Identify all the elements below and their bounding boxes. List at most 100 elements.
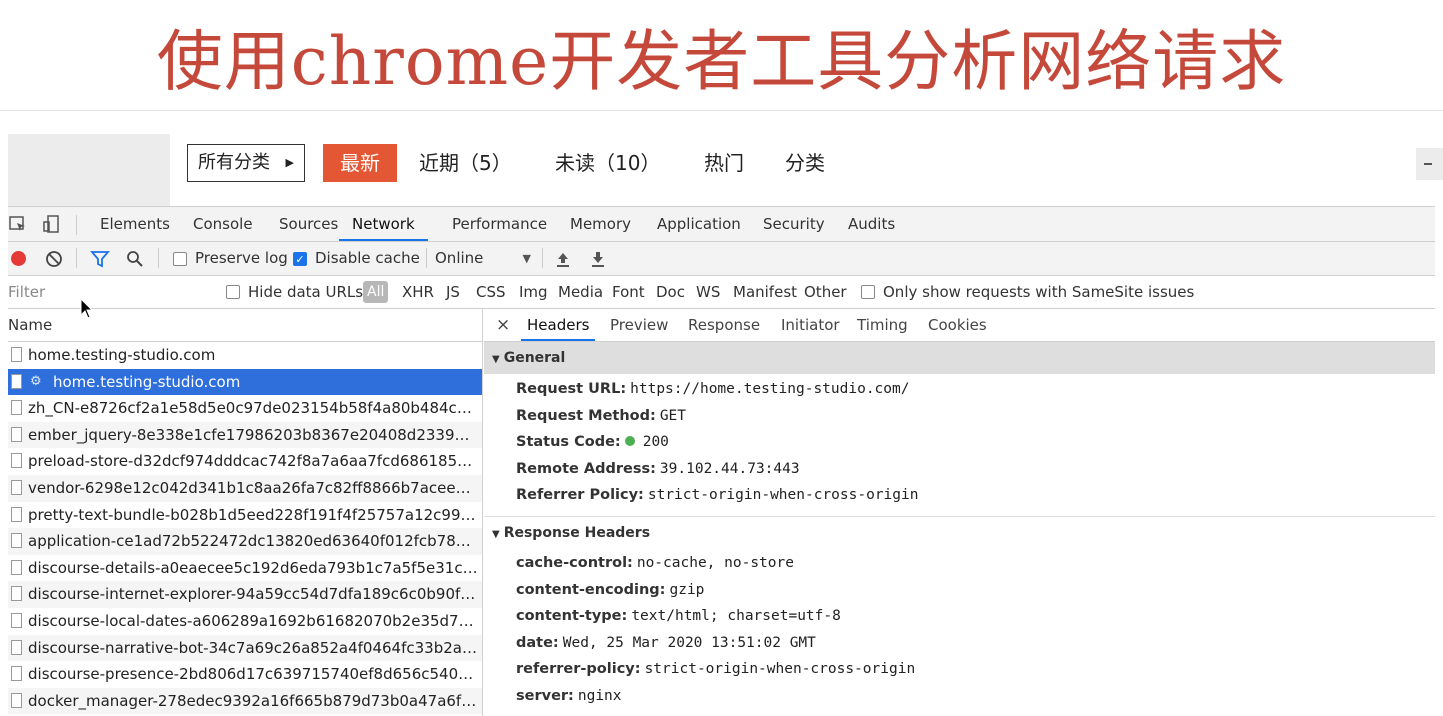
- request-name: preload-store-d32dcf974dddcac742f8a7a6aa…: [28, 452, 478, 471]
- device-toolbar-icon[interactable]: [42, 214, 62, 234]
- header-key: content-type:: [516, 608, 628, 625]
- disable-cache-checkbox[interactable]: ✓: [293, 252, 307, 266]
- tab-console[interactable]: Console: [193, 207, 253, 241]
- category-dropdown-label: 所有分类: [198, 152, 270, 173]
- request-row[interactable]: discourse-details-a0eaecee5c192d6eda793b…: [8, 555, 482, 582]
- title-divider: [0, 110, 1443, 111]
- header-row: Status Code: 200: [516, 429, 669, 456]
- header-value: https://home.testing-studio.com/: [630, 381, 910, 397]
- header-key: Status Code:: [516, 434, 621, 451]
- nav-categories[interactable]: 分类: [785, 144, 825, 182]
- header-row: cache-control: no-cache, no-store: [516, 550, 794, 577]
- header-row: server: nginx: [516, 683, 622, 710]
- tab-cookies[interactable]: Cookies: [928, 309, 987, 341]
- devtools-tabbar: Elements Console Sources Network Perform…: [8, 207, 1435, 242]
- general-section-toggle[interactable]: ▼ General: [484, 342, 1435, 374]
- toolbar-separator: [542, 248, 543, 268]
- tab-sources[interactable]: Sources: [279, 207, 338, 241]
- header-value: 39.102.44.73:443: [659, 460, 800, 477]
- inspect-element-icon[interactable]: [8, 214, 28, 234]
- request-name: discourse-local-dates-a606289a1692b61682…: [28, 612, 478, 630]
- throttling-value: Online: [435, 249, 484, 267]
- request-row[interactable]: zh_CN-e8726cf2a1e58d5e0c97de023154b58f4a…: [8, 395, 482, 422]
- filter-type-font[interactable]: Font: [612, 276, 645, 308]
- site-logo-area: [8, 134, 170, 206]
- close-icon[interactable]: ×: [496, 309, 510, 341]
- tab-application[interactable]: Application: [657, 207, 741, 241]
- preserve-log-checkbox[interactable]: [173, 252, 187, 266]
- file-icon: [11, 533, 22, 549]
- tab-preview[interactable]: Preview: [610, 309, 668, 341]
- response-headers-section-toggle[interactable]: ▼ Response Headers: [484, 516, 1435, 549]
- filter-type-img[interactable]: Img: [519, 276, 548, 308]
- import-har-icon[interactable]: [555, 250, 571, 268]
- tab-elements[interactable]: Elements: [100, 207, 170, 241]
- filter-type-js[interactable]: JS: [446, 276, 460, 308]
- request-name: home.testing-studio.com: [28, 346, 216, 364]
- triangle-down-icon: ▼: [492, 354, 500, 365]
- request-row[interactable]: discourse-internet-explorer-94a59cc54d7d…: [8, 581, 482, 608]
- tab-response[interactable]: Response: [688, 309, 760, 341]
- clear-icon[interactable]: [45, 250, 63, 268]
- toolbar-separator: [426, 248, 427, 268]
- tab-memory[interactable]: Memory: [570, 207, 631, 241]
- request-row[interactable]: ember_jquery-8e338e1cfe17986203b8367e204…: [8, 421, 482, 449]
- samesite-checkbox[interactable]: [861, 285, 875, 299]
- search-icon[interactable]: [126, 250, 144, 268]
- filter-type-all[interactable]: All: [363, 281, 389, 303]
- filter-type-xhr[interactable]: XHR: [402, 276, 434, 308]
- triangle-down-icon: ▼: [492, 529, 500, 540]
- filter-type-manifest[interactable]: Manifest: [733, 276, 797, 308]
- filter-type-css[interactable]: CSS: [476, 276, 506, 308]
- slide-title: 使用chrome开发者工具分析网络请求: [156, 23, 1287, 100]
- throttling-select[interactable]: Online ▼: [435, 242, 531, 275]
- header-key: Referrer Policy:: [516, 487, 644, 504]
- header-row: Referrer Policy: strict-origin-when-cross…: [516, 482, 918, 509]
- request-row[interactable]: application-ce1ad72b522472dc13820ed63640…: [8, 528, 482, 555]
- nav-recent[interactable]: 近期（5）: [419, 144, 512, 182]
- menu-toggle-button[interactable]: [1416, 148, 1443, 180]
- tab-headers[interactable]: Headers: [521, 309, 596, 341]
- file-icon: [11, 692, 22, 708]
- hide-data-urls-label: Hide data URLs: [248, 283, 364, 301]
- request-list: Name home.testing-studio.com ⚙ home.testin…: [8, 309, 483, 716]
- request-name: home.testing-studio.com: [53, 372, 241, 391]
- filter-type-other[interactable]: Other: [804, 276, 847, 308]
- tab-timing[interactable]: Timing: [857, 309, 908, 341]
- request-name: docker_manager-278edec9392a16f665b879d73…: [28, 691, 478, 710]
- header-value: 200: [642, 434, 669, 451]
- request-row[interactable]: docker_manager-278edec9392a16f665b879d73…: [8, 687, 482, 715]
- request-row[interactable]: discourse-presence-2bd806d17c639715740ef…: [8, 661, 482, 688]
- mouse-cursor-icon: [80, 298, 94, 319]
- category-dropdown[interactable]: 所有分类 ▶: [187, 144, 305, 182]
- request-row[interactable]: vendor-6298e12c042d341b1c8aa26fa7c82ff88…: [8, 475, 482, 502]
- filter-type-ws[interactable]: WS: [696, 276, 720, 308]
- request-row[interactable]: home.testing-studio.com: [8, 342, 482, 369]
- request-name: discourse-internet-explorer-94a59cc54d7d…: [28, 585, 478, 604]
- filter-icon[interactable]: [90, 250, 110, 268]
- nav-unread[interactable]: 未读（10）: [555, 144, 660, 182]
- filter-type-media[interactable]: Media: [558, 276, 603, 308]
- header-value: strict-origin-when-cross-origin: [647, 487, 919, 504]
- hide-data-urls-checkbox[interactable]: [226, 285, 240, 299]
- tab-audits[interactable]: Audits: [848, 207, 895, 241]
- filter-input[interactable]: Filter: [8, 276, 208, 308]
- record-icon[interactable]: [11, 251, 26, 266]
- request-row[interactable]: ⚙ home.testing-studio.com: [8, 368, 482, 396]
- tab-network[interactable]: Network: [339, 207, 428, 241]
- nav-hot[interactable]: 热门: [704, 144, 744, 182]
- request-row[interactable]: pretty-text-bundle-b028b1d5eed228f191f4f…: [8, 502, 482, 529]
- gear-icon: ⚙: [30, 373, 42, 389]
- request-row[interactable]: discourse-local-dates-a606289a1692b61682…: [8, 608, 482, 635]
- tab-performance[interactable]: Performance: [452, 207, 547, 241]
- export-har-icon[interactable]: [590, 250, 606, 268]
- request-name: discourse-details-a0eaecee5c192d6eda793b…: [28, 558, 478, 577]
- nav-latest[interactable]: 最新: [323, 144, 397, 182]
- samesite-label: Only show requests with SameSite issues: [883, 283, 1195, 301]
- filter-type-doc[interactable]: Doc: [656, 276, 685, 308]
- tab-initiator[interactable]: Initiator: [781, 309, 840, 341]
- tab-security[interactable]: Security: [763, 207, 825, 241]
- request-row[interactable]: preload-store-d32dcf974dddcac742f8a7a6aa…: [8, 448, 482, 475]
- header-value: Wed, 25 Mar 2020 13:51:02 GMT: [562, 634, 816, 651]
- request-row[interactable]: discourse-narrative-bot-34c7a69c26a852a4…: [8, 634, 482, 662]
